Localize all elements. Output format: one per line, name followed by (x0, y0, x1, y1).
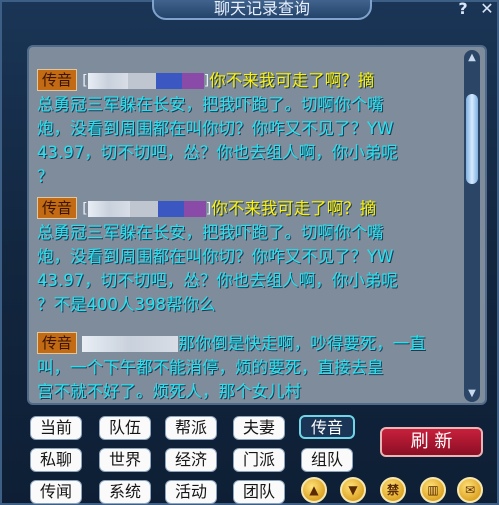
tab-fuqi[interactable]: 夫妻 (233, 416, 285, 440)
grid-icon[interactable]: ▥ (420, 477, 446, 503)
sender-name-blurred[interactable] (82, 335, 179, 353)
scroll-down-arrow-icon[interactable]: ▼ (464, 386, 480, 402)
message-text: ？ (37, 167, 54, 186)
message-text: 43.97，切不切吧，怂？你也去组人啊，你小弟呢 (37, 271, 398, 290)
message-text: 总勇冠三军躲在长安，把我吓跑了。切啊你个嘴 (37, 95, 384, 114)
message-text: 叫，一个下午都不能消停，烦的要死，直接去皇 (37, 358, 384, 377)
tab-tuandui[interactable]: 团队 (233, 480, 285, 504)
message-text: 总勇冠三军躲在长安，把我吓跑了。切啊你个嘴 (37, 223, 384, 242)
message-text: ？不是400人398帮你么 (37, 295, 216, 314)
chat-message: 传音 []你不来我可走了啊？摘 总勇冠三军躲在长安，把我吓跑了。切啊你个嘴 炮，… (37, 69, 467, 189)
tab-bangpai[interactable]: 帮派 (165, 416, 217, 440)
tab-chuanyin[interactable]: 传音 (299, 415, 355, 439)
tab-zudui[interactable]: 组队 (301, 448, 353, 472)
channel-tag-chuanyin[interactable]: 传音 (37, 69, 78, 91)
channel-tag-chuanyin[interactable]: 传音 (37, 332, 78, 354)
chat-message: 传音 []你不来我可走了啊？摘 总勇冠三军躲在长安，把我吓跑了。切啊你个嘴 炮，… (37, 197, 467, 317)
message-text: 你不来我可走了啊？摘 (209, 71, 375, 90)
window-title: 聊天记录查询 (152, 0, 372, 20)
tab-huodong[interactable]: 活动 (165, 480, 217, 504)
tab-dangqian[interactable]: 当前 (30, 416, 82, 440)
tab-chuanwen[interactable]: 传闻 (30, 480, 82, 504)
close-button[interactable]: ✕ (478, 0, 496, 19)
tab-menpai[interactable]: 门派 (233, 448, 285, 472)
sender-name-blurred[interactable]: [] (82, 72, 209, 90)
mail-icon[interactable]: ✉ (457, 477, 483, 503)
tab-xitong[interactable]: 系统 (99, 480, 151, 504)
chat-scrollbar[interactable]: ▲ ▼ (464, 50, 480, 402)
chat-log-panel[interactable]: 传音 []你不来我可走了啊？摘 总勇冠三军躲在长安，把我吓跑了。切啊你个嘴 炮，… (27, 45, 487, 405)
scroll-up-arrow-icon[interactable]: ▲ (464, 50, 480, 66)
scroll-down-icon[interactable]: ▼ (340, 477, 366, 503)
message-text: 炮，没看到周围都在叫你切？你咋又不见了？YW (37, 119, 394, 138)
scroll-thumb[interactable] (466, 94, 478, 184)
refresh-button[interactable]: 刷 新 (380, 427, 483, 457)
forbid-icon[interactable]: 禁 (380, 477, 406, 503)
channel-tag-chuanyin[interactable]: 传音 (37, 197, 78, 219)
message-text: 那你倒是快走啊，吵得要死，一直 (178, 334, 426, 353)
sender-name-blurred[interactable]: [] (82, 200, 211, 218)
message-text: 宫不就不好了。烦死人，那个女儿村 (37, 382, 301, 401)
title-bar: 聊天记录查询 ? ✕ (2, 0, 499, 22)
help-button[interactable]: ? (454, 0, 472, 19)
chat-history-window: 聊天记录查询 ? ✕ 传音 []你不来我可走了啊？摘 总勇冠三军躲在长安，把我吓… (0, 0, 499, 505)
tab-jingji[interactable]: 经济 (165, 448, 217, 472)
scroll-up-icon[interactable]: ▲ (301, 477, 327, 503)
tab-shijie[interactable]: 世界 (99, 448, 151, 472)
tab-siliao[interactable]: 私聊 (30, 448, 82, 472)
message-text: 炮，没看到周围都在叫你切？你咋又不见了？YW (37, 247, 394, 266)
chat-message: 传音 那你倒是快走啊，吵得要死，一直 叫，一个下午都不能消停，烦的要死，直接去皇… (37, 332, 467, 403)
message-text: 43.97，切不切吧，怂？你也去组人啊，你小弟呢 (37, 143, 398, 162)
tab-duiwu[interactable]: 队伍 (99, 416, 151, 440)
message-text: 你不来我可走了啊？摘 (211, 199, 377, 218)
